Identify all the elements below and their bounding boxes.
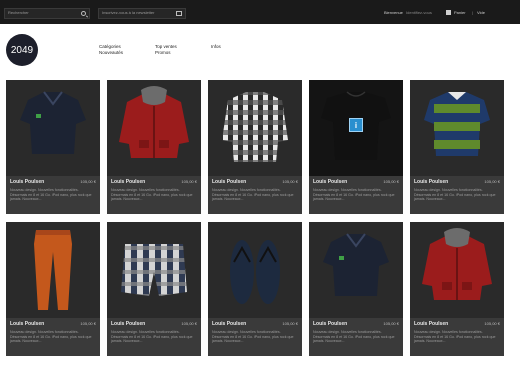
product-price: 105,00 € — [282, 179, 298, 184]
product-description: Nouveau design. Nouvelles fonctionnalité… — [414, 330, 496, 344]
nav-column-1: Catégories Nouveautés — [99, 44, 123, 56]
newsletter-input[interactable]: Inscrivez-vous à la newsletter — [98, 8, 186, 19]
product-description: Nouveau design. Nouvelles fonctionnalité… — [10, 188, 92, 202]
product-title[interactable]: Louis Poulsen — [313, 179, 347, 185]
logo-text: 2049 — [10, 44, 34, 56]
nav-column-2: Top ventes Promos — [155, 44, 177, 56]
product-card[interactable]: Louis Poulsen 105,00 € Nouveau design. Nou… — [309, 222, 403, 356]
product-image[interactable] — [107, 222, 201, 318]
product-image[interactable] — [208, 80, 302, 176]
mail-icon[interactable] — [176, 11, 182, 16]
product-price: 105,00 € — [80, 321, 96, 326]
product-card[interactable]: Louis Poulsen 105,00 € Nouveau design. Nou… — [6, 80, 100, 214]
product-description: Nouveau design. Nouvelles fonctionnalité… — [313, 188, 395, 202]
cart-status: Vide — [477, 10, 485, 15]
nav-promos[interactable]: Promos — [155, 50, 177, 56]
product-card[interactable]: Louis Poulsen 105,00 € Nouveau design. Nou… — [208, 80, 302, 214]
product-price: 105,00 € — [181, 321, 197, 326]
product-title[interactable]: Louis Poulsen — [111, 179, 145, 185]
product-title[interactable]: Louis Poulsen — [212, 179, 246, 185]
product-image[interactable] — [309, 222, 403, 318]
product-price: 105,00 € — [383, 321, 399, 326]
info-icon[interactable]: i — [349, 118, 363, 132]
product-card[interactable]: Louis Poulsen 105,00 € Nouveau design. Nou… — [6, 222, 100, 356]
product-description: Nouveau design. Nouvelles fonctionnalité… — [212, 330, 294, 344]
product-image[interactable] — [6, 222, 100, 318]
top-bar: Rechercher Inscrivez-vous à la newslette… — [0, 0, 520, 24]
product-image[interactable] — [107, 80, 201, 176]
welcome-label: Bienvenue — [384, 10, 403, 15]
product-card[interactable]: Louis Poulsen 105,00 € Nouveau design. Nou… — [107, 80, 201, 214]
product-price: 105,00 € — [383, 179, 399, 184]
product-card[interactable]: Louis Poulsen 105,00 € Nouveau design. Nou… — [208, 222, 302, 356]
product-image[interactable] — [410, 80, 504, 176]
nav-new[interactable]: Nouveautés — [99, 50, 123, 56]
cart-icon[interactable] — [446, 10, 451, 15]
product-image[interactable] — [6, 80, 100, 176]
product-image[interactable] — [410, 222, 504, 318]
search-input[interactable]: Rechercher — [4, 8, 90, 19]
search-icon[interactable] — [81, 11, 86, 16]
product-card[interactable]: Louis Poulsen 105,00 € Nouveau design. Nou… — [410, 80, 504, 214]
product-title[interactable]: Louis Poulsen — [414, 321, 448, 327]
product-description: Nouveau design. Nouvelles fonctionnalité… — [414, 188, 496, 202]
product-title[interactable]: Louis Poulsen — [10, 321, 44, 327]
product-title[interactable]: Louis Poulsen — [414, 179, 448, 185]
product-title[interactable]: Louis Poulsen — [313, 321, 347, 327]
product-price: 105,00 € — [80, 179, 96, 184]
nav-infos[interactable]: Infos — [211, 44, 221, 50]
product-description: Nouveau design. Nouvelles fonctionnalité… — [111, 330, 193, 344]
product-description: Nouveau design. Nouvelles fonctionnalité… — [10, 330, 92, 344]
product-card[interactable]: Louis Poulsen 105,00 € Nouveau design. Nou… — [107, 222, 201, 356]
product-price: 105,00 € — [181, 179, 197, 184]
product-price: 105,00 € — [484, 179, 500, 184]
product-card[interactable]: i Louis Poulsen 105,00 € Nouveau design. No… — [309, 80, 403, 214]
product-price: 105,00 € — [282, 321, 298, 326]
product-card[interactable]: Louis Poulsen 105,00 € Nouveau design. Nou… — [410, 222, 504, 356]
search-placeholder: Rechercher — [8, 10, 29, 15]
welcome-text: Bienvenue Identifiez-vous — [384, 10, 432, 15]
product-description: Nouveau design. Nouvelles fonctionnalité… — [212, 188, 294, 202]
login-link[interactable]: Identifiez-vous — [406, 10, 432, 15]
product-title[interactable]: Louis Poulsen — [212, 321, 246, 327]
newsletter-placeholder: Inscrivez-vous à la newsletter — [102, 10, 155, 15]
logo[interactable]: 2049 — [6, 34, 38, 66]
nav-column-3: Infos — [211, 44, 221, 50]
product-price: 105,00 € — [484, 321, 500, 326]
product-description: Nouveau design. Nouvelles fonctionnalité… — [111, 188, 193, 202]
product-description: Nouveau design. Nouvelles fonctionnalité… — [313, 330, 395, 344]
cart-link[interactable]: Panier — [454, 10, 466, 15]
cart-separator: | — [472, 10, 474, 15]
product-title[interactable]: Louis Poulsen — [10, 179, 44, 185]
product-image[interactable] — [208, 222, 302, 318]
product-title[interactable]: Louis Poulsen — [111, 321, 145, 327]
